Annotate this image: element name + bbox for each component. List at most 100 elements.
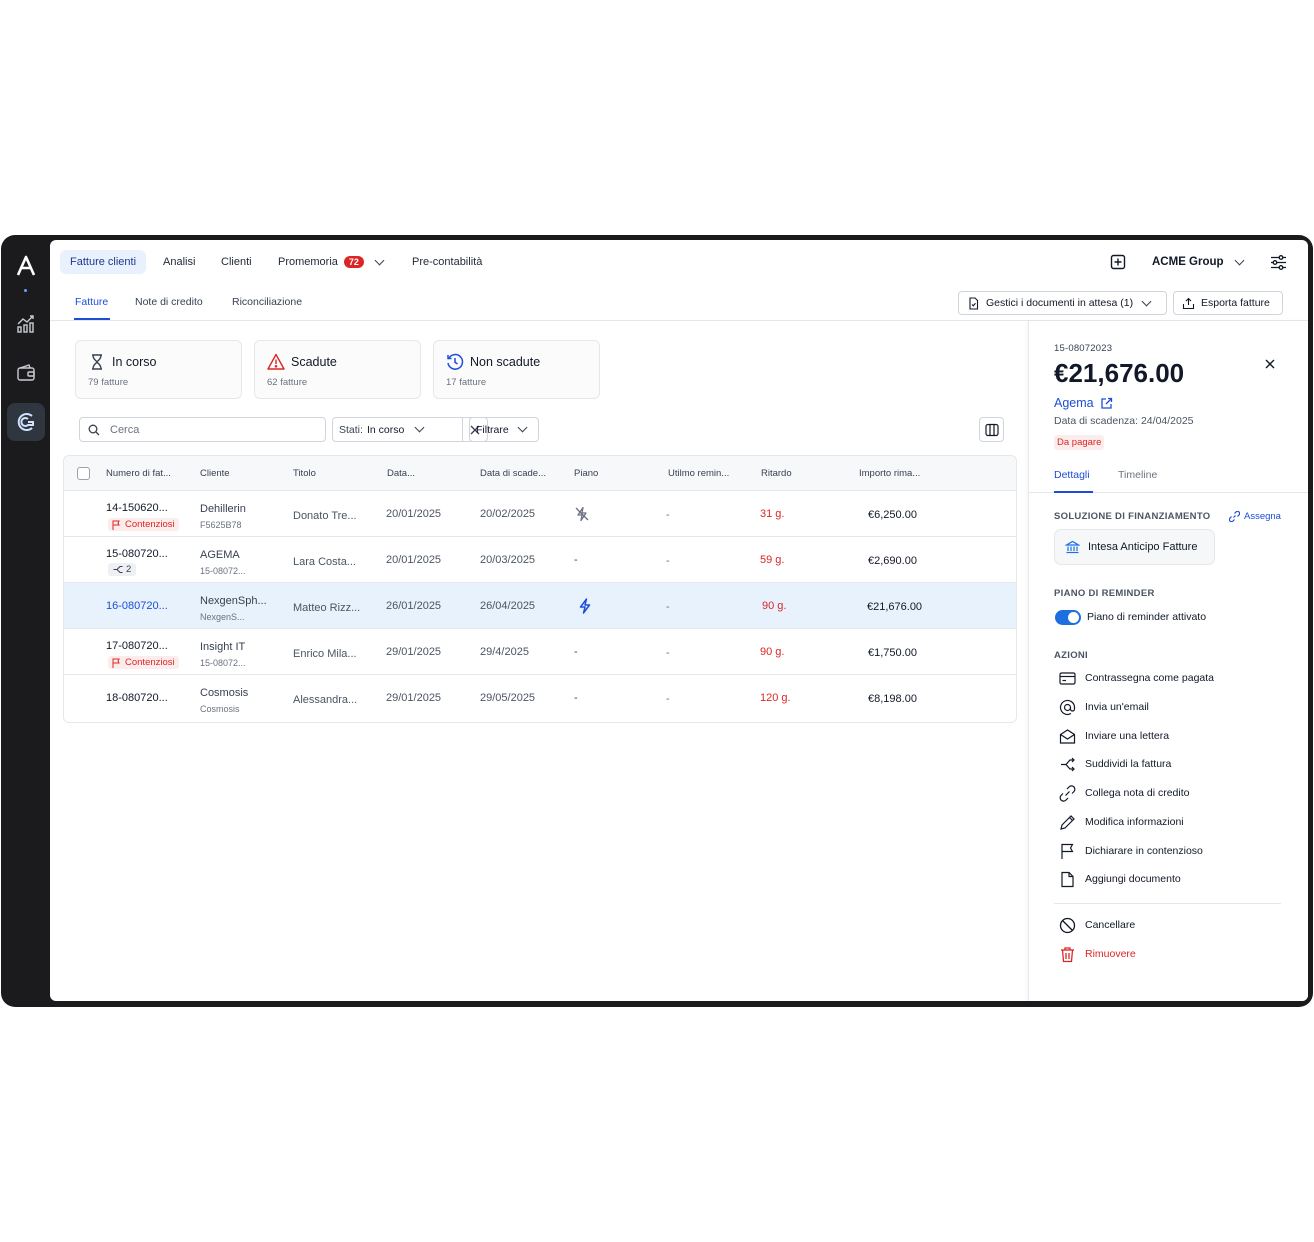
column-header[interactable]: Cliente <box>200 468 230 479</box>
column-header[interactable]: Titolo <box>293 468 316 479</box>
invoice-title: Lara Costa... <box>293 556 356 568</box>
invoices-table: Numero di fat... Cliente Titolo Data... … <box>63 455 1017 723</box>
column-header[interactable]: Utilmo remin... <box>668 468 729 479</box>
split-invoice-action[interactable]: Suddividi la fattura <box>1059 755 1171 773</box>
card-subtitle: 62 fatture <box>267 377 308 388</box>
mark-paid-action[interactable]: Contrassegna come pagata <box>1059 669 1214 687</box>
table-row[interactable]: 17-080720... Contenziosi Insight IT 15-0… <box>64 629 1016 675</box>
action-label: Contrassegna come pagata <box>1085 672 1214 684</box>
client-name: Insight IT <box>200 641 246 653</box>
remaining-amount: €6,250.00 <box>868 509 917 521</box>
action-label: Cancellare <box>1085 919 1136 931</box>
status-filter[interactable]: Stati: In corso <box>332 417 463 442</box>
card-subtitle: 79 fatture <box>88 377 129 388</box>
card-subtitle: 17 fatture <box>446 377 487 388</box>
edit-info-action[interactable]: Modifica informazioni <box>1059 813 1184 831</box>
tab-promemoria[interactable]: Promemoria 72 <box>268 250 393 274</box>
card-non-scadute[interactable]: Non scadute 17 fatture <box>433 340 600 399</box>
pending-documents-button[interactable]: Gestici i documenti in attesa (1) <box>958 291 1167 315</box>
send-letter-action[interactable]: Inviare una lettera <box>1059 727 1169 745</box>
reminder-plan: - <box>574 692 578 704</box>
tab-fatture-clienti[interactable]: Fatture clienti <box>60 250 147 274</box>
reminder-plan: - <box>574 554 578 566</box>
reminder-plan: - <box>574 646 578 658</box>
cancel-action[interactable]: Cancellare <box>1059 916 1135 934</box>
remaining-amount: €21,676.00 <box>867 601 923 613</box>
export-invoices-button[interactable]: Esporta fatture <box>1173 291 1283 315</box>
pencil-icon <box>1060 814 1075 830</box>
client-subtext: Cosmosis <box>200 704 240 714</box>
wallet-icon[interactable] <box>13 360 39 386</box>
table-row[interactable]: 14-150620... Contenziosi Dehillerin F562… <box>64 491 1016 537</box>
invoice-number: 15-080720... <box>106 548 168 560</box>
card-title: In corso <box>112 355 157 369</box>
card-title: Scadute <box>291 355 337 369</box>
tab-dettagli[interactable]: Dettagli <box>1054 469 1090 481</box>
action-label: Inviare una lettera <box>1085 730 1170 742</box>
add-square-icon[interactable] <box>1110 254 1126 270</box>
subtab-fatture[interactable]: Fatture <box>75 296 108 308</box>
upload-icon <box>1182 297 1195 309</box>
link-credit-note-action[interactable]: Collega nota di credito <box>1059 784 1189 802</box>
column-header[interactable]: Ritardo <box>761 468 792 479</box>
settings-sliders-icon[interactable] <box>1270 254 1287 271</box>
chevron-down-icon <box>1141 296 1152 306</box>
card-in-corso[interactable]: In corso 79 fatture <box>75 340 242 399</box>
close-icon[interactable] <box>1263 357 1277 371</box>
tab-pre-contabilita[interactable]: Pre-contabilità <box>402 250 492 274</box>
columns-button[interactable] <box>979 417 1004 442</box>
clock-icon <box>446 353 464 371</box>
analytics-icon[interactable] <box>13 311 39 337</box>
app-rail <box>1 235 50 1007</box>
credit-app-icon[interactable] <box>7 403 45 441</box>
invoice-title: Enrico Mila... <box>293 648 357 660</box>
envelope-icon <box>1059 728 1076 744</box>
column-header[interactable]: Importo rima... <box>859 468 920 479</box>
active-dot <box>24 289 27 292</box>
client-name: Cosmosis <box>200 687 249 699</box>
hourglass-icon <box>88 353 106 371</box>
last-reminder: - <box>666 647 670 659</box>
app-logo[interactable] <box>13 253 39 279</box>
tab-label: Clienti <box>221 256 252 268</box>
assign-link[interactable]: Assegna <box>1229 511 1281 522</box>
tab-timeline[interactable]: Timeline <box>1118 469 1157 481</box>
last-reminder: - <box>666 601 670 613</box>
financing-value: Intesa Anticipo Fatture <box>1088 541 1198 553</box>
document-check-icon <box>969 296 979 310</box>
column-header[interactable]: Piano <box>574 468 598 479</box>
due-date: 20/02/2025 <box>480 508 536 520</box>
table-row-selected[interactable]: 16-080720... NexgenSph... NexgenS... Mat… <box>64 583 1016 629</box>
bank-icon <box>1065 540 1080 553</box>
subtab-riconciliazione[interactable]: Riconciliazione <box>232 296 302 308</box>
delay-days: 120 g. <box>760 692 791 704</box>
subtab-note-di-credito[interactable]: Note di credito <box>135 296 203 308</box>
send-email-action[interactable]: Invia un'email <box>1059 698 1149 716</box>
table-row[interactable]: 15-080720... 2 AGEMA 15-08072... Lara Co… <box>64 537 1016 583</box>
app-screen: Fatture clienti Analisi Clienti Promemor… <box>50 240 1308 1001</box>
search-input[interactable]: Cerca <box>79 417 326 442</box>
column-header[interactable]: Data... <box>387 468 415 479</box>
active-subtab-indicator <box>74 318 110 320</box>
card-scadute[interactable]: Scadute 62 fatture <box>254 340 421 399</box>
remove-action[interactable]: Rimuovere <box>1059 945 1136 963</box>
organization-selector[interactable]: ACME Group <box>1152 255 1245 268</box>
filter-button[interactable]: Filtrare <box>469 417 539 442</box>
tab-clienti[interactable]: Clienti <box>211 250 262 274</box>
column-header[interactable]: Data di scade... <box>480 468 546 479</box>
declare-dispute-action[interactable]: Dichiarare in contenzioso <box>1059 842 1203 860</box>
split-icon <box>1061 757 1075 771</box>
invoice-title: Matteo Rizz... <box>293 602 361 614</box>
financing-section-title: SOLUZIONE DI FINANZIAMENTO <box>1054 511 1211 522</box>
select-all-checkbox[interactable] <box>77 467 90 480</box>
client-link[interactable]: Agema <box>1054 396 1113 410</box>
financing-chip[interactable]: Intesa Anticipo Fatture <box>1054 529 1215 565</box>
table-row[interactable]: 18-080720... Cosmosis Cosmosis Alessandr… <box>64 675 1016 721</box>
tab-analisi[interactable]: Analisi <box>153 250 205 274</box>
chevron-down-icon <box>1234 255 1245 265</box>
reminder-toggle[interactable] <box>1055 610 1081 625</box>
add-document-action[interactable]: Aggiungi documento <box>1059 870 1181 888</box>
tab-label: Fatture clienti <box>70 256 137 268</box>
reminder-section-title: PIANO DI REMINDER <box>1054 588 1155 599</box>
column-header[interactable]: Numero di fat... <box>106 468 171 479</box>
